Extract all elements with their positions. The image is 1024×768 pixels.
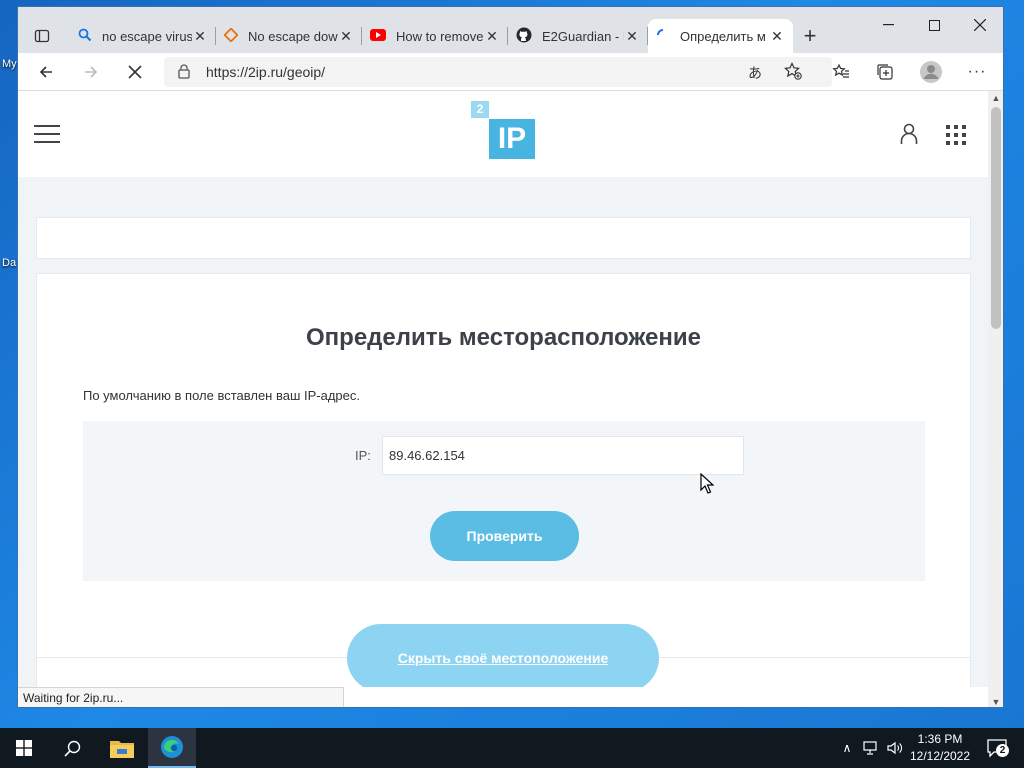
- status-bar: Waiting for 2ip.ru...: [18, 687, 344, 707]
- tray-chevron-icon[interactable]: ∧: [836, 728, 858, 768]
- minimize-icon[interactable]: [865, 7, 911, 43]
- check-button[interactable]: Проверить: [430, 511, 579, 561]
- tab[interactable]: No escape download ✕: [216, 19, 362, 53]
- ip-label: IP:: [355, 448, 371, 463]
- banner-placeholder: [36, 217, 971, 259]
- volume-icon[interactable]: [884, 728, 906, 768]
- web-page: 2 IP Определить месторасположение По умо…: [18, 91, 988, 687]
- apps-grid-icon[interactable]: [946, 125, 966, 150]
- site-header: 2 IP: [18, 91, 988, 177]
- file-explorer-icon[interactable]: [98, 728, 146, 768]
- github-icon: [516, 27, 532, 46]
- clock-date: 12/12/2022: [909, 749, 971, 763]
- hide-location-button[interactable]: Скрыть своё местоположение: [347, 624, 659, 687]
- close-tab-icon[interactable]: ✕: [624, 28, 640, 45]
- ip-input[interactable]: [382, 436, 744, 475]
- page-title: Определить месторасположение: [306, 324, 701, 351]
- translate-icon[interactable]: あ: [748, 63, 762, 83]
- youtube-icon: [370, 28, 386, 44]
- tab-bar: no escape virus ✕ No escape download ✕ H…: [18, 7, 1003, 53]
- maximize-icon[interactable]: [911, 7, 957, 43]
- tab[interactable]: no escape virus ✕: [70, 19, 216, 53]
- tab-title: E2Guardian - L: [542, 28, 624, 44]
- logo-text: IP: [489, 119, 535, 159]
- diamond-icon: [223, 26, 239, 45]
- lock-icon[interactable]: [178, 63, 190, 84]
- logo-badge: 2: [471, 101, 489, 118]
- more-options-icon[interactable]: ···: [962, 57, 992, 87]
- notification-count-badge: 2: [996, 744, 1009, 757]
- loading-spinner-icon: [656, 28, 670, 45]
- desktop-icon-label[interactable]: My: [2, 58, 17, 70]
- window-controls: [865, 7, 1003, 43]
- network-icon[interactable]: [860, 728, 882, 768]
- tab[interactable]: How to remove ✕: [362, 19, 508, 53]
- windows-start-icon[interactable]: [0, 728, 48, 768]
- geoip-card: Определить месторасположение По умолчани…: [36, 273, 971, 687]
- menu-icon[interactable]: [34, 125, 60, 143]
- search-icon: [78, 28, 92, 45]
- search-icon[interactable]: [48, 728, 96, 768]
- forward-icon[interactable]: [76, 57, 106, 87]
- site-logo[interactable]: 2 IP: [469, 101, 537, 161]
- scrollbar[interactable]: ▲ ▼: [988, 91, 1003, 707]
- favorites-icon[interactable]: [826, 57, 856, 87]
- tab[interactable]: E2Guardian - L ✕: [508, 19, 648, 53]
- collections-icon[interactable]: [870, 57, 900, 87]
- scroll-thumb[interactable]: [991, 107, 1001, 329]
- stop-loading-icon[interactable]: [120, 57, 150, 87]
- taskbar: ∧ 1:36 PM 12/12/2022 2: [0, 728, 1024, 768]
- scroll-up-icon[interactable]: ▲: [988, 91, 1003, 105]
- close-tab-icon[interactable]: ✕: [338, 28, 354, 45]
- tab-title: no escape virus: [102, 28, 192, 44]
- browser-toolbar: https://2ip.ru/geoip/ あ ···: [18, 53, 1003, 91]
- system-clock[interactable]: 1:36 PM 12/12/2022: [904, 731, 976, 765]
- close-tab-icon[interactable]: ✕: [192, 28, 208, 45]
- tab-title: How to remove: [396, 28, 484, 44]
- close-tab-icon[interactable]: ✕: [484, 28, 500, 45]
- tab-title: Определить м: [680, 28, 766, 44]
- mouse-cursor-icon: [700, 472, 715, 499]
- tab-actions-icon[interactable]: [26, 20, 58, 52]
- tab-title: No escape download: [248, 28, 338, 44]
- user-icon[interactable]: [900, 123, 918, 150]
- close-tab-icon[interactable]: ✕: [769, 28, 785, 45]
- address-url[interactable]: https://2ip.ru/geoip/: [206, 64, 325, 80]
- profile-avatar[interactable]: [916, 57, 946, 87]
- scroll-down-icon[interactable]: ▼: [988, 695, 1003, 707]
- favorite-add-icon[interactable]: [784, 62, 802, 85]
- close-window-icon[interactable]: [957, 7, 1003, 43]
- notifications-icon[interactable]: 2: [982, 728, 1012, 768]
- hint-text: По умолчанию в поле вставлен ваш IP-адре…: [83, 388, 360, 403]
- clock-time: 1:36 PM: [917, 732, 963, 746]
- browser-window: no escape virus ✕ No escape download ✕ H…: [17, 6, 1004, 708]
- desktop-icon-label[interactable]: Da: [2, 257, 16, 269]
- back-icon[interactable]: [31, 57, 61, 87]
- tab-active[interactable]: Определить м ✕: [648, 19, 793, 53]
- new-tab-button[interactable]: +: [796, 23, 824, 51]
- edge-browser-icon[interactable]: [148, 728, 196, 768]
- ip-form: IP: Проверить: [83, 421, 925, 581]
- address-bar[interactable]: https://2ip.ru/geoip/ あ: [164, 57, 832, 87]
